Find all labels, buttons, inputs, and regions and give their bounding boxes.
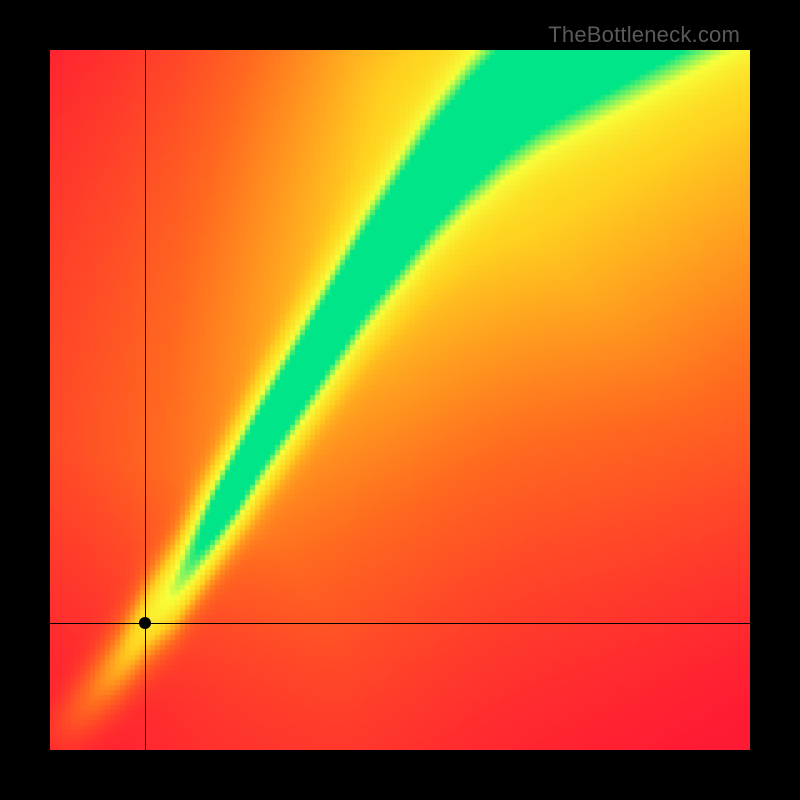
outer-frame: TheBottleneck.com — [0, 0, 800, 800]
watermark-text: TheBottleneck.com — [548, 22, 740, 48]
heatmap-plot — [50, 50, 750, 750]
heatmap-canvas — [50, 50, 750, 750]
